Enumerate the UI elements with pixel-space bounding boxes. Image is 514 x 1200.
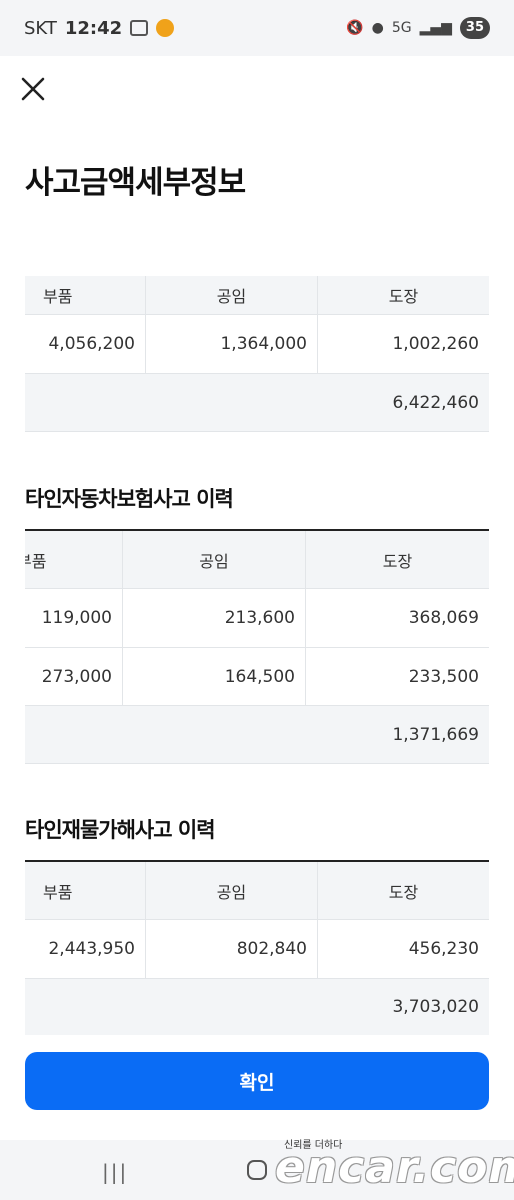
table-row: 119,000 213,600 368,069 [25,589,489,648]
my-accident-table: 부품 공임 도장 4,056,200 1,364,000 1,002,260 6… [25,276,489,432]
mute-icon: 🔇 [346,20,364,36]
cell-labor: 802,840 [146,920,318,978]
header-labor: 공임 [146,862,318,919]
battery-indicator: 35 [459,17,490,39]
close-icon [21,77,45,101]
location-icon: ● [371,20,384,36]
status-bar: SKT 12:42 🔇 ● 5G ▂▄▆ 35 [0,0,514,56]
cell-parts: 273,000 [25,648,123,705]
header-labor: 공임 [146,276,318,314]
cell-labor: 164,500 [123,648,306,705]
header-paint: 도장 [388,882,419,902]
cell-labor: 213,600 [123,589,306,647]
network-label: 5G [391,20,412,36]
cell-paint: 233,500 [408,666,479,687]
cell-labor: 1,364,000 [146,315,318,373]
total-row: 1,371,669 [25,706,489,764]
cell-paint: 368,069 [408,608,479,628]
table-header: 부품 공임 도장 [25,531,489,589]
cell-parts: 4,056,200 [25,315,146,373]
header-paint: 도장 [382,551,413,571]
table-header: 부품 공임 도장 [25,276,489,315]
cell-parts: 2,443,950 [25,920,146,978]
header-labor: 공임 [123,531,306,588]
table-row: 273,000 164,500 233,500 [25,648,489,706]
table-row: 4,056,200 1,364,000 1,002,260 [25,315,489,374]
header-parts: 부품 [25,862,146,919]
home-button[interactable] [247,1160,267,1180]
cell-paint: 456,230 [408,939,479,959]
section-title-other-property: 타인재물가해사고 이력 [25,818,216,842]
signal-icon: ▂▄▆ [419,20,452,36]
table-header: 부품 공임 도장 [25,862,489,920]
recent-apps-button[interactable]: ||| [102,1160,128,1184]
confirm-button[interactable]: 확인 [25,1052,489,1110]
watermark-logo: encar.com [275,1142,514,1193]
header-parts: 부품 [25,276,146,314]
other-car-accident-table: 부품 공임 도장 119,000 213,600 368,069 273,000… [25,529,489,764]
total-row: 3,703,020 [25,979,489,1035]
total-row: 6,422,460 [25,374,489,432]
page-title: 사고금액세부정보 [25,165,246,201]
status-right: 🔇 ● 5G ▂▄▆ 35 [346,17,490,39]
header-parts: 부품 [25,531,123,588]
header-paint: 도장 [388,287,419,306]
cell-paint: 1,002,260 [392,334,479,354]
section-title-other-car: 타인자동차보험사고 이력 [25,487,234,511]
app-notification-icon [156,19,175,37]
close-button[interactable] [16,72,50,106]
carrier-label: SKT [24,17,57,39]
clock: 12:42 [64,17,123,39]
cell-parts: 119,000 [25,589,123,647]
status-left: SKT 12:42 [24,17,175,39]
other-property-accident-table: 부품 공임 도장 2,443,950 802,840 456,230 3,703… [25,860,489,1035]
table-row: 2,443,950 802,840 456,230 [25,920,489,979]
calendar-icon [130,20,149,36]
